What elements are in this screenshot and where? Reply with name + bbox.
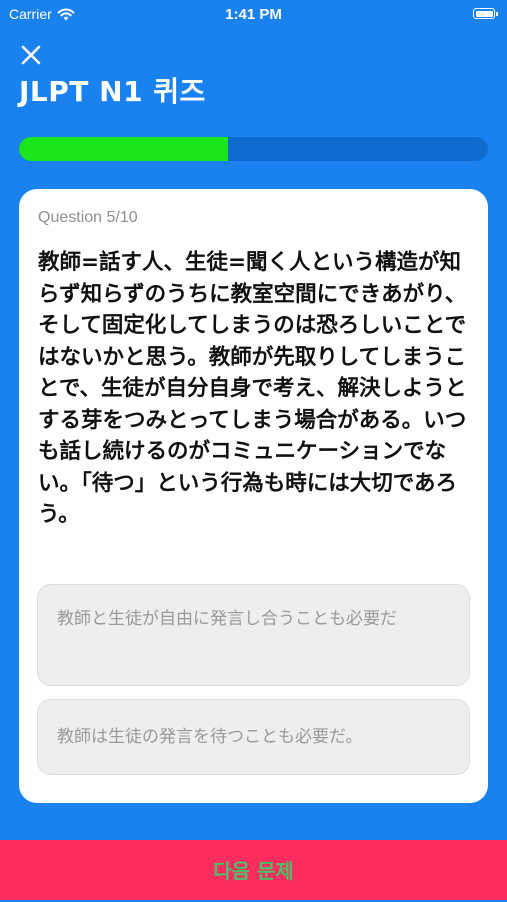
battery-icon [473,8,498,19]
page-title: JLPT N1 퀴즈 [19,75,206,108]
close-icon [21,45,41,65]
answer-option-2[interactable]: 教師は生徒の発言を待つことも必要だ。 [37,699,470,775]
progress-bar [19,137,488,161]
status-bar: Carrier 1:41 PM [0,0,507,30]
answer-option-1[interactable]: 教師と生徒が自由に発言し合うことも必要だ [37,584,470,686]
close-button[interactable] [18,42,44,68]
question-number: Question 5/10 [38,209,138,226]
progress-fill [19,137,228,161]
status-time: 1:41 PM [225,6,282,23]
question-text: 教師=話す人、生徒=聞く人という構造が知らず知らずのうちに教室空間にできあがり、… [38,250,467,527]
question-card: Question 5/10 教師=話す人、生徒=聞く人という構造が知らず知らずの… [19,189,488,803]
next-question-button[interactable]: 다음 문제 [0,840,507,900]
